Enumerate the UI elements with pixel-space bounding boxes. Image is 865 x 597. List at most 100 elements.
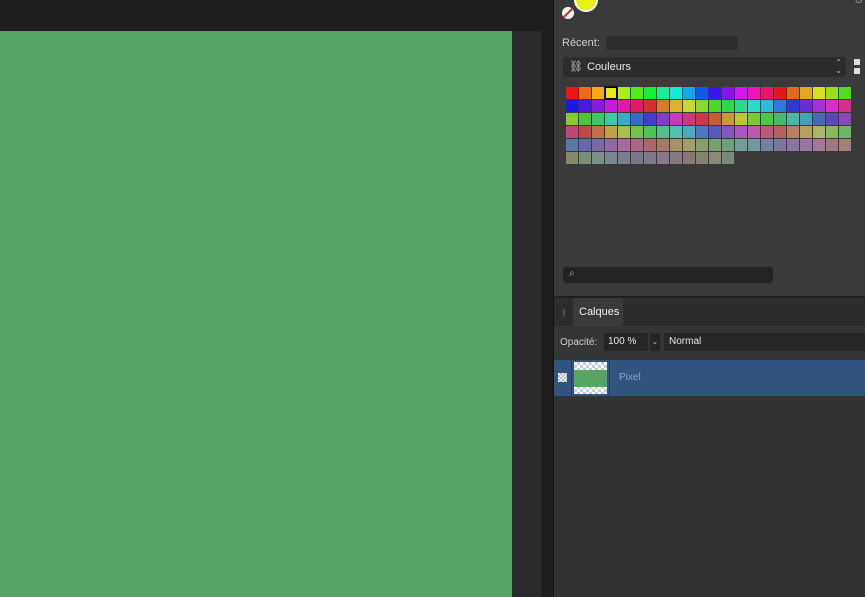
color-swatch[interactable]: [722, 139, 734, 151]
color-swatch[interactable]: [748, 87, 760, 99]
color-swatch[interactable]: [670, 100, 682, 112]
color-swatch[interactable]: [709, 100, 721, 112]
color-swatch[interactable]: [709, 113, 721, 125]
color-swatch[interactable]: [722, 126, 734, 138]
panel-options-icon[interactable]: ⊙: [855, 0, 863, 6]
current-fill-swatch[interactable]: [574, 0, 598, 12]
no-fill-icon[interactable]: [562, 7, 574, 19]
color-swatch[interactable]: [683, 152, 695, 164]
color-swatch[interactable]: [709, 152, 721, 164]
color-swatch[interactable]: [631, 113, 643, 125]
color-swatch[interactable]: [631, 87, 643, 99]
opacity-field[interactable]: 100 %: [604, 333, 648, 351]
color-swatch[interactable]: [579, 87, 591, 99]
swatch-search-input[interactable]: ⌕: [563, 267, 773, 283]
color-swatch[interactable]: [696, 126, 708, 138]
color-swatch[interactable]: [657, 126, 669, 138]
color-swatch[interactable]: [670, 152, 682, 164]
color-swatch[interactable]: [644, 87, 656, 99]
color-swatch[interactable]: [605, 139, 617, 151]
color-swatch[interactable]: [787, 113, 799, 125]
color-swatch[interactable]: [709, 139, 721, 151]
color-swatch[interactable]: [839, 126, 851, 138]
color-swatch[interactable]: [826, 126, 838, 138]
color-swatch[interactable]: [748, 139, 760, 151]
color-swatch[interactable]: [722, 100, 734, 112]
color-swatch[interactable]: [605, 152, 617, 164]
document-canvas[interactable]: [0, 31, 512, 597]
color-swatch[interactable]: [670, 139, 682, 151]
color-swatch[interactable]: [800, 100, 812, 112]
color-swatch[interactable]: [839, 87, 851, 99]
color-swatch[interactable]: [722, 87, 734, 99]
color-swatch[interactable]: [644, 113, 656, 125]
layer-visibility-cell[interactable]: [554, 360, 572, 396]
color-swatch[interactable]: [761, 126, 773, 138]
color-swatch[interactable]: [813, 126, 825, 138]
color-swatch[interactable]: [683, 113, 695, 125]
color-swatch[interactable]: [735, 139, 747, 151]
color-swatch[interactable]: [631, 139, 643, 151]
color-swatch[interactable]: [644, 126, 656, 138]
color-swatch[interactable]: [579, 113, 591, 125]
color-swatch[interactable]: [839, 139, 851, 151]
color-swatch[interactable]: [774, 126, 786, 138]
color-swatch[interactable]: [657, 152, 669, 164]
color-swatch[interactable]: [748, 100, 760, 112]
layer-name[interactable]: Pixel: [619, 372, 641, 383]
opacity-dropdown-icon[interactable]: ⌄: [650, 333, 660, 351]
color-swatch[interactable]: [787, 100, 799, 112]
color-swatch[interactable]: [787, 87, 799, 99]
color-swatch[interactable]: [774, 139, 786, 151]
color-swatch[interactable]: [670, 126, 682, 138]
color-swatch[interactable]: [592, 139, 604, 151]
color-swatch[interactable]: [787, 139, 799, 151]
palette-selector[interactable]: ⛓ Couleurs ⌃ ⌄: [563, 57, 846, 77]
color-swatch[interactable]: [592, 152, 604, 164]
color-swatch[interactable]: [683, 126, 695, 138]
color-swatch[interactable]: [618, 139, 630, 151]
color-swatch[interactable]: [566, 100, 578, 112]
color-swatch[interactable]: [709, 126, 721, 138]
color-swatch[interactable]: [657, 87, 669, 99]
color-swatch[interactable]: [800, 139, 812, 151]
color-swatch[interactable]: [579, 126, 591, 138]
color-swatch[interactable]: [579, 152, 591, 164]
color-swatch[interactable]: [618, 126, 630, 138]
tab-layers[interactable]: Calques: [573, 298, 623, 326]
color-swatch[interactable]: [826, 139, 838, 151]
color-swatch[interactable]: [826, 100, 838, 112]
color-swatch[interactable]: [774, 113, 786, 125]
color-swatch[interactable]: [579, 100, 591, 112]
color-swatch[interactable]: [566, 139, 578, 151]
color-swatch[interactable]: [604, 86, 618, 100]
layer-row[interactable]: Pixel: [554, 360, 865, 396]
color-swatch[interactable]: [826, 113, 838, 125]
color-swatch[interactable]: [696, 100, 708, 112]
color-swatch[interactable]: [696, 113, 708, 125]
color-swatch[interactable]: [644, 152, 656, 164]
color-swatch[interactable]: [696, 152, 708, 164]
color-swatch[interactable]: [774, 100, 786, 112]
color-swatch[interactable]: [566, 113, 578, 125]
color-swatch[interactable]: [761, 113, 773, 125]
color-swatch[interactable]: [592, 113, 604, 125]
color-swatch[interactable]: [813, 100, 825, 112]
color-swatch[interactable]: [735, 100, 747, 112]
color-swatch[interactable]: [631, 100, 643, 112]
color-swatch[interactable]: [670, 87, 682, 99]
color-swatch[interactable]: [813, 87, 825, 99]
color-swatch[interactable]: [592, 100, 604, 112]
blend-mode-select[interactable]: Normal: [664, 333, 865, 351]
color-swatch[interactable]: [566, 126, 578, 138]
color-swatch[interactable]: [657, 100, 669, 112]
color-swatch[interactable]: [761, 87, 773, 99]
color-swatch[interactable]: [644, 100, 656, 112]
color-swatch[interactable]: [618, 113, 630, 125]
color-swatch[interactable]: [631, 152, 643, 164]
color-swatch[interactable]: [748, 126, 760, 138]
color-swatch[interactable]: [683, 100, 695, 112]
color-swatch[interactable]: [813, 139, 825, 151]
color-swatch[interactable]: [618, 87, 630, 99]
color-swatch[interactable]: [618, 100, 630, 112]
